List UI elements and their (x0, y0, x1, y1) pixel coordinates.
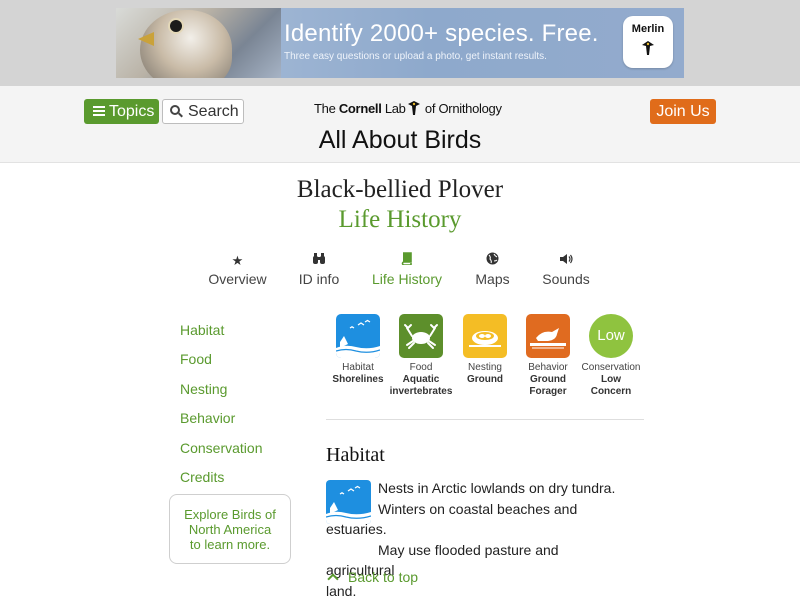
fact-habitat-value: Shorelines (326, 374, 390, 386)
species-tabs: ★ Overview ID info Life History Maps Sou… (195, 252, 605, 292)
tab-overview[interactable]: ★ Overview (200, 252, 275, 292)
fact-food-value-2: invertebrates (389, 386, 453, 398)
logo-text-pre: The (314, 101, 339, 116)
species-name: Black-bellied Plover (200, 176, 600, 204)
fact-conservation-category: Conservation (579, 362, 643, 374)
habitat-shoreline-icon (326, 480, 371, 524)
fact-behavior-value-1: Ground (516, 374, 580, 386)
fact-nesting[interactable]: Nesting Ground (453, 314, 517, 386)
sidebar-link-credits[interactable]: Credits (180, 469, 224, 485)
search-icon (170, 105, 182, 117)
tab-overview-label: Overview (200, 270, 275, 288)
fact-conservation-value-2: Concern (579, 386, 643, 398)
merlin-bird-icon (640, 39, 656, 57)
logo-text-mid: Lab (382, 101, 406, 116)
merlin-ad-banner[interactable]: Identify 2000+ species. Free. Three easy… (116, 8, 684, 78)
chevron-up-icon (327, 573, 338, 584)
fact-behavior-category: Behavior (516, 362, 580, 374)
crab-icon (399, 314, 443, 358)
habitat-heading: Habitat (326, 444, 385, 467)
habitat-line-1: Nests in Arctic lowlands on dry tundra. (326, 478, 626, 499)
ad-bar: Identify 2000+ species. Free. Three easy… (0, 0, 800, 86)
tab-maps[interactable]: Maps (465, 252, 520, 292)
shoreline-icon (336, 314, 380, 358)
sidebar-link-nesting[interactable]: Nesting (180, 381, 227, 397)
ground-nest-icon (463, 314, 507, 358)
search-button[interactable]: Search (162, 99, 244, 124)
globe-icon (465, 252, 520, 270)
book-icon (367, 252, 447, 270)
cornell-bird-icon (407, 100, 421, 116)
fact-behavior[interactable]: Behavior Ground Forager (516, 314, 580, 398)
habitat-line-2: Winters on coastal beaches and estuaries… (326, 499, 626, 540)
site-title[interactable]: All About Birds (250, 126, 550, 155)
topics-button[interactable]: Topics (84, 99, 159, 124)
fact-food-category: Food (389, 362, 453, 374)
fact-habitat-category: Habitat (326, 362, 390, 374)
site-header: Topics Search The Cornell Lab of Ornitho… (0, 86, 800, 163)
tab-life-history[interactable]: Life History (367, 252, 447, 292)
logo-text-post: of Ornithology (422, 101, 502, 116)
cornell-lab-logo[interactable]: The Cornell Lab of Ornithology (314, 100, 489, 122)
fact-habitat[interactable]: Habitat Shorelines (326, 314, 390, 386)
hamburger-icon (93, 106, 105, 116)
fact-conservation[interactable]: Low Conservation Low Concern (579, 314, 643, 398)
speaker-icon (535, 252, 597, 270)
fact-food-value-1: Aquatic (389, 374, 453, 386)
ad-headline: Identify 2000+ species. Free. (284, 20, 614, 48)
sidebar-link-conservation[interactable]: Conservation (180, 440, 263, 456)
explore-line-1: Explore Birds of (170, 507, 290, 522)
merlin-app-icon[interactable]: Merlin (623, 16, 673, 68)
ad-subline: Three easy questions or upload a photo, … (284, 51, 614, 62)
merlin-badge-label: Merlin (623, 23, 673, 35)
conservation-status-badge: Low (589, 314, 633, 358)
fact-behavior-value-2: Forager (516, 386, 580, 398)
fact-nesting-category: Nesting (453, 362, 517, 374)
topics-label: Topics (109, 103, 154, 120)
sidebar-link-habitat[interactable]: Habitat (180, 322, 224, 338)
back-to-top-label: Back to top (348, 569, 418, 585)
fact-nesting-value: Ground (453, 374, 517, 386)
tab-maps-label: Maps (465, 270, 520, 288)
tab-id-info-label: ID info (288, 270, 350, 288)
tab-sounds-label: Sounds (535, 270, 597, 288)
star-icon: ★ (200, 252, 275, 270)
back-to-top-link[interactable]: Back to top (326, 569, 418, 585)
sidebar-link-food[interactable]: Food (180, 351, 212, 367)
logo-text-bold: Cornell (339, 101, 382, 116)
tab-id-info[interactable]: ID info (288, 252, 350, 292)
page-section-title: Life History (200, 206, 600, 234)
fact-food[interactable]: Food Aquatic invertebrates (389, 314, 453, 398)
fact-conservation-value-1: Low (579, 374, 643, 386)
explore-line-2: North America (170, 522, 290, 537)
join-us-button[interactable]: Join Us (650, 99, 716, 124)
falcon-photo (116, 8, 281, 78)
ground-forager-icon (526, 314, 570, 358)
explore-birds-box[interactable]: Explore Birds of North America to learn … (169, 494, 291, 564)
search-label: Search (188, 103, 239, 120)
sidebar-link-behavior[interactable]: Behavior (180, 410, 235, 426)
life-history-facts: Habitat Shorelines Food Aquatic inverteb… (326, 314, 644, 420)
tab-life-history-label: Life History (367, 270, 447, 288)
tab-sounds[interactable]: Sounds (535, 252, 597, 292)
explore-line-3: to learn more. (170, 537, 290, 552)
binoculars-icon (288, 252, 350, 270)
